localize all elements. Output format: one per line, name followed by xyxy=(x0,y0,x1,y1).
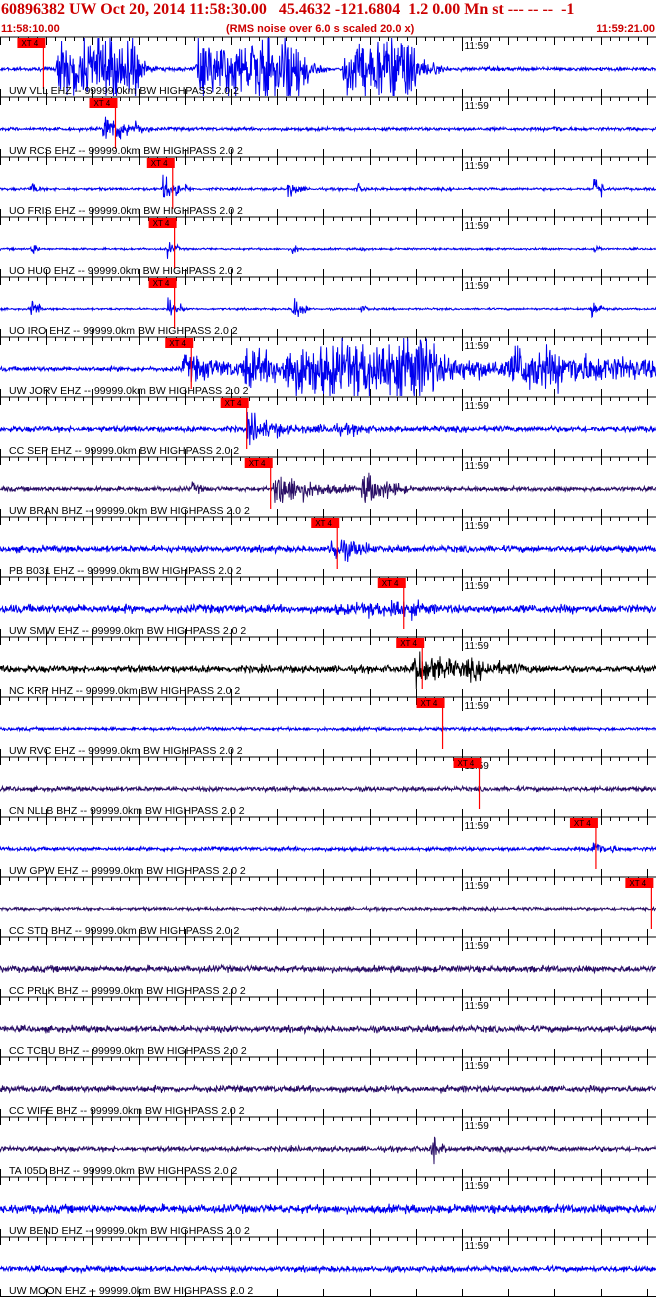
waveform xyxy=(0,1023,656,1035)
trace-row: 11:59XT 4CN NLLB BHZ -- 99999.0km BW HIG… xyxy=(0,756,656,817)
waveform xyxy=(0,174,656,198)
pick-label: XT 4 xyxy=(249,459,266,468)
trace-row: 11:59 XT 4 UW RVC EHZ -- 99999.0km BW HIGH… xyxy=(0,696,656,757)
station-label: UO FRIS EHZ -- 99999.0km BW HIGHPASS 2.0… xyxy=(9,205,243,217)
minute-tick-label: 11:59 xyxy=(465,101,490,112)
trace-row: 11:59 UW BEND EHZ -- 99999.0km BW HIGHPAS… xyxy=(0,1176,656,1237)
pick-label: XT 4 xyxy=(315,519,332,528)
trace-row: 11:59 XT 4 PB B031 EHZ -- 99999.0km BW HIG… xyxy=(0,516,656,577)
minute-tick-label: 11:59 xyxy=(465,521,490,532)
waveform xyxy=(0,1203,656,1215)
pick-label: XT 4 xyxy=(21,39,38,48)
trace-row: 11:59 XT 4 UO IRO EHZ -- 99999.0km BW HIGH… xyxy=(0,276,656,337)
minute-tick-label: 11:59 xyxy=(465,581,490,592)
pick-label: XT 4 xyxy=(421,699,438,708)
minute-tick-label: 11:59 xyxy=(465,221,490,232)
station-label: UW MOON EHZ -- 99999.0km BW HIGHPASS 2.0… xyxy=(9,1285,253,1297)
pick-label: XT 4 xyxy=(169,339,186,348)
trace-row: 11:59 XT 4 CC SEP EHZ -- 99999.0km BW HIGH… xyxy=(0,396,656,457)
trace-row: 11:59 XT 4 NC KRP HHZ -- 99999.0km BW HIGH… xyxy=(0,636,656,697)
waveform xyxy=(0,599,656,621)
station-label: PB B031 EHZ -- 99999.0km BW HIGHPASS 2.0… xyxy=(9,565,242,577)
station-label: UW RVC EHZ -- 99999.0km BW HIGHPASS 2.0 … xyxy=(9,745,243,757)
trace-row: 11:59 XT 4 UW SMW EHZ -- 99999.0km BW HIGH… xyxy=(0,576,656,637)
waveform xyxy=(0,725,656,733)
minute-tick-label: 11:59 xyxy=(465,701,490,712)
pick-label: XT 4 xyxy=(151,159,168,168)
minute-tick-label: 11:59 xyxy=(465,881,490,892)
station-label: UW GPW EHZ -- 99999.0km BW HIGHPASS 2.0 … xyxy=(9,865,246,877)
minute-tick-label: 11:59 xyxy=(465,401,490,412)
station-label: UW RCS EHZ -- 99999.0km BW HIGHPASS 2.0 … xyxy=(9,145,243,157)
minute-tick-label: 11:59 xyxy=(465,821,490,832)
station-label: CN NLLB BHZ -- 99999.0km BW HIGHPASS 2.0… xyxy=(9,805,245,817)
minute-tick-label: 11:59 xyxy=(465,161,490,172)
waveform xyxy=(0,116,656,140)
station-label: CC SEP EHZ -- 99999.0km BW HIGHPASS 2.0 … xyxy=(9,445,239,457)
minute-tick-label: 11:59 xyxy=(465,1121,490,1132)
trace-row: 11:59 XT 4 UO HUO EHZ -- 99999.0km BW HIGH… xyxy=(0,216,656,277)
pick-label: XT 4 xyxy=(629,879,646,888)
trace-row: 11:59 CC PRLK BHZ -- 99999.0km BW HIGHPAS… xyxy=(0,936,656,997)
seismogram-plot: 11:59 XT 4 UW VLL EHZ -- 99999.0km BW HIGH… xyxy=(0,36,656,1297)
station-label: UW SMW EHZ -- 99999.0km BW HIGHPASS 2.0 … xyxy=(9,625,246,637)
minute-tick-label: 11:59 xyxy=(465,1241,490,1252)
pick-label: XT 4 xyxy=(574,819,591,828)
trace-row: 11:59 TA I05D BHZ -- 99999.0km BW HIGHPAS… xyxy=(0,1116,656,1177)
trace-row: 11:59 XT 4 UO FRIS EHZ -- 99999.0km BW HIG… xyxy=(0,156,656,217)
station-label: CC WIFE BHZ -- 99999.0km BW HIGHPASS 2.0… xyxy=(9,1105,245,1117)
trace-row: 11:59 XT 4 CC STD BHZ -- 99999.0km BW HIGH… xyxy=(0,876,656,937)
station-label: UW VLL EHZ -- 99999.0km BW HIGHPASS 2.0 … xyxy=(9,85,239,97)
station-label: UO IRO EHZ -- 99999.0km BW HIGHPASS 2.0 … xyxy=(9,325,238,337)
station-label: TA I05D BHZ -- 99999.0km BW HIGHPASS 2.0… xyxy=(9,1165,238,1177)
waveform xyxy=(0,1083,656,1094)
trace-row: 11:59 XT 4 UW VLL EHZ -- 99999.0km BW HIGH… xyxy=(0,36,656,97)
trace-row: 11:59 XT 4 UW JORV EHZ -- 99999.0km BW HIG… xyxy=(0,336,656,397)
trace-row: 11:59 CC WIFE BHZ -- 99999.0km BW HIGHPAS… xyxy=(0,1056,656,1117)
minute-tick-label: 11:59 xyxy=(465,1001,490,1012)
minute-tick-label: 11:59 xyxy=(465,941,490,952)
waveform xyxy=(0,411,656,446)
minute-tick-label: 11:59 xyxy=(465,41,490,52)
waveform xyxy=(0,842,656,854)
minute-tick-label: 11:59 xyxy=(465,1061,490,1072)
trace-row: 11:59 XT 4 UW BRAN BHZ -- 99999.0km BW HIG… xyxy=(0,456,656,517)
station-label: CC PRLK BHZ -- 99999.0km BW HIGHPASS 2.0… xyxy=(9,985,246,997)
pick-label: XT 4 xyxy=(382,579,399,588)
station-label: UW JORV EHZ -- 99999.0km BW HIGHPASS 2.0… xyxy=(9,385,249,397)
station-label: NC KRP HHZ -- 99999.0km BW HIGHPASS 2.0 … xyxy=(9,685,240,697)
waveform xyxy=(0,1136,656,1165)
waveform xyxy=(0,651,656,690)
station-label: CC TCBU BHZ -- 99999.0km BW HIGHPASS 2.0… xyxy=(9,1045,247,1057)
waveform xyxy=(0,1263,656,1275)
pick-label: XT 4 xyxy=(400,639,417,648)
trace-row: 11:59 XT 4 UW GPW EHZ -- 99999.0km BW HIGH… xyxy=(0,816,656,877)
minute-tick-label: 11:59 xyxy=(465,281,490,292)
trace-row: 11:59 CC TCBU BHZ -- 99999.0km BW HIGHPAS… xyxy=(0,996,656,1057)
waveform xyxy=(0,242,656,259)
station-label: CC STD BHZ -- 99999.0km BW HIGHPASS 2.0 … xyxy=(9,925,239,937)
pick-label: XT 4 xyxy=(458,759,475,768)
waveform xyxy=(0,784,656,794)
station-label: UW BRAN BHZ -- 99999.0km BW HIGHPASS 2.0… xyxy=(9,505,250,517)
minute-tick-label: 11:59 xyxy=(465,461,490,472)
pick-label: XT 4 xyxy=(225,399,242,408)
trace-row: 11:59 UW MOON EHZ -- 99999.0km BW HIGHPAS… xyxy=(0,1236,656,1297)
waveform xyxy=(0,539,656,563)
station-label: UO HUO EHZ -- 99999.0km BW HIGHPASS 2.0 … xyxy=(9,265,242,277)
station-label: UW BEND EHZ -- 99999.0km BW HIGHPASS 2.0… xyxy=(9,1225,250,1237)
minute-tick-label: 11:59 xyxy=(465,1181,490,1192)
waveform xyxy=(0,297,656,319)
minute-tick-label: 11:59 xyxy=(465,341,490,352)
minute-tick-label: 11:59 xyxy=(465,641,490,652)
waveform xyxy=(0,905,656,913)
waveform xyxy=(0,963,656,975)
trace-row: 11:59 XT 4 UW RCS EHZ -- 99999.0km BW HIGH… xyxy=(0,96,656,157)
pick-label: XT 4 xyxy=(153,279,170,288)
waveform xyxy=(0,472,656,504)
pick-label: XT 4 xyxy=(153,219,170,228)
pick-label: XT 4 xyxy=(93,99,110,108)
